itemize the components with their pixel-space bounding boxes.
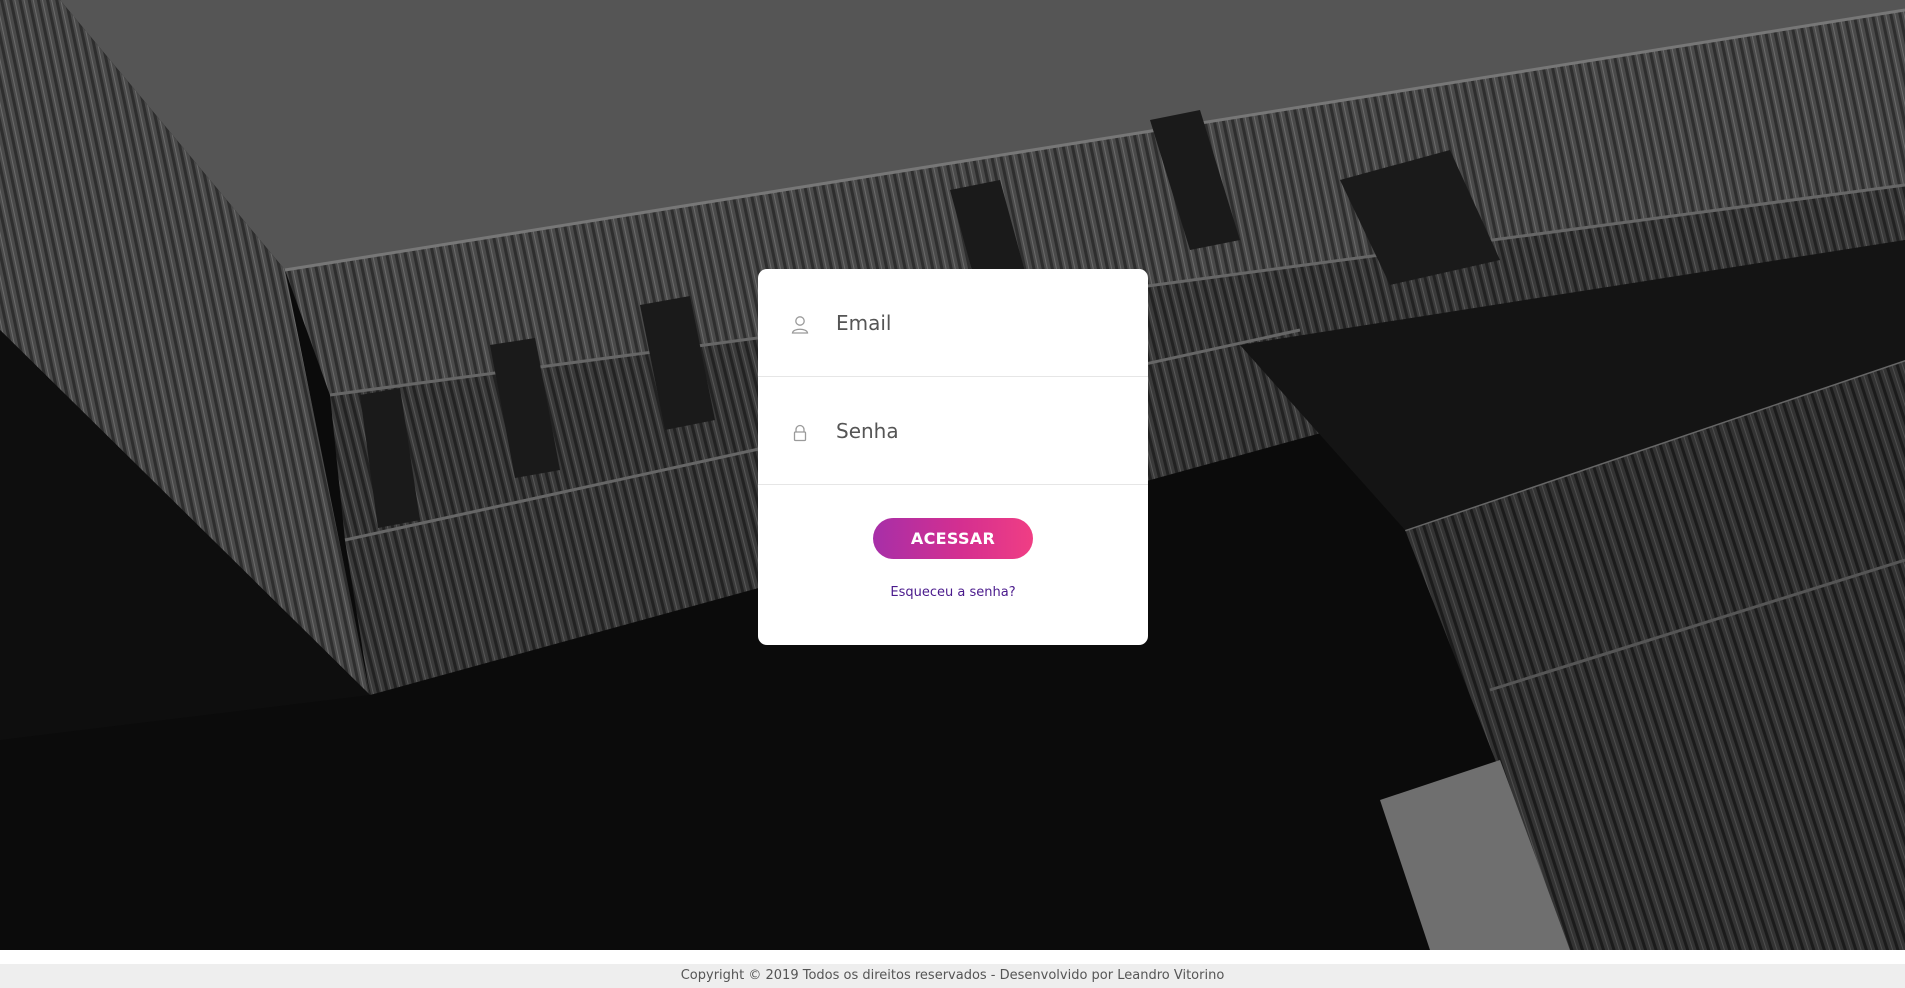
password-input[interactable] [836,409,1116,453]
email-row [758,269,1148,377]
lock-icon [790,423,810,443]
forgot-password-link[interactable]: Esqueceu a senha? [758,585,1148,600]
copyright-text: Copyright © 2019 Todos os direitos reser… [680,968,1225,983]
submit-area: ACESSAR Esqueceu a senha? [758,485,1148,645]
footer: Copyright © 2019 Todos os direitos reser… [0,964,1905,988]
email-input[interactable] [836,301,1116,345]
user-icon [790,315,810,335]
login-card: ACESSAR Esqueceu a senha? [758,269,1148,645]
password-row [758,377,1148,485]
login-button[interactable]: ACESSAR [873,518,1033,559]
